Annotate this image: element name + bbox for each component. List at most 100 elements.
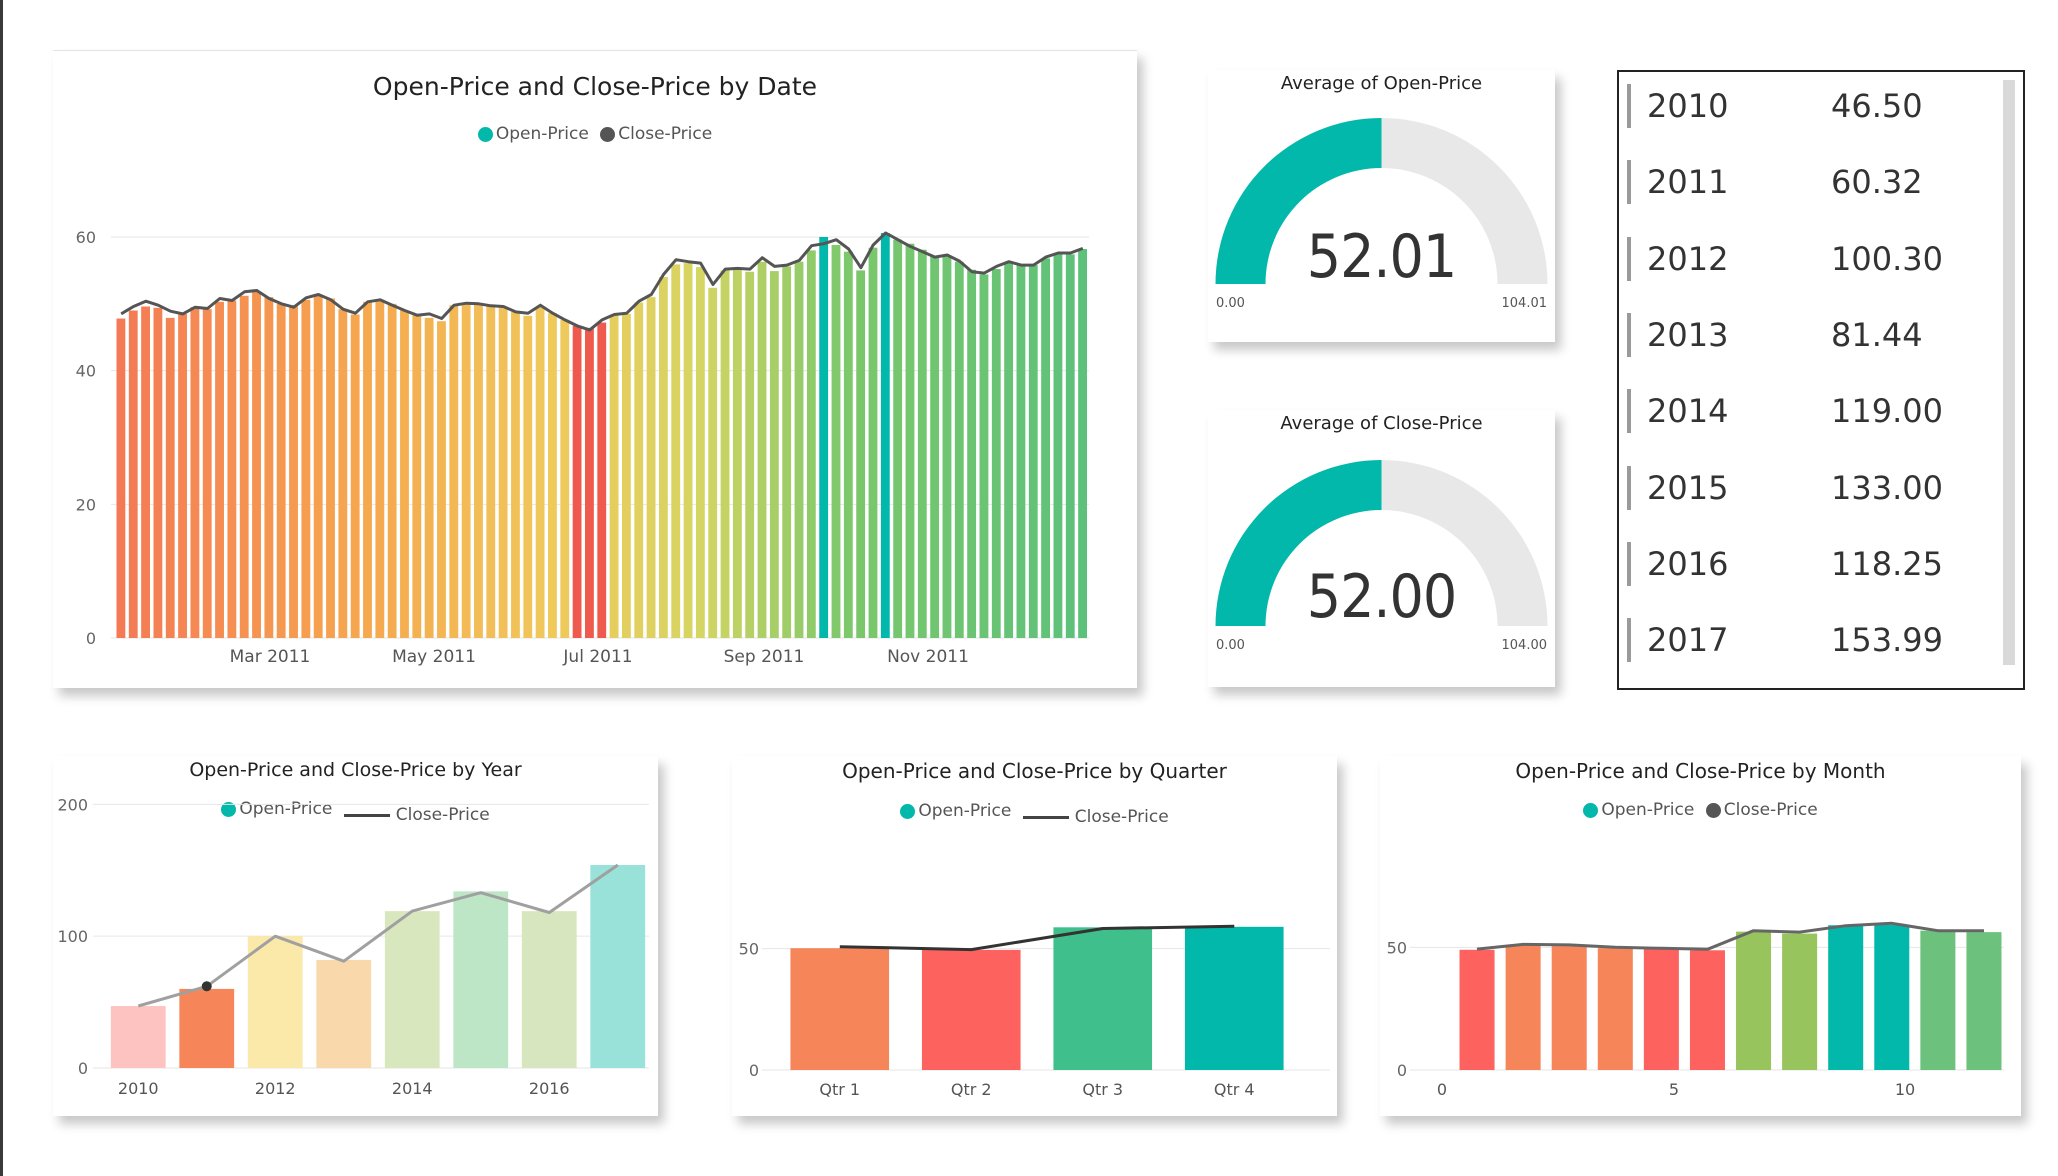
gauge-average-close-price[interactable]: Average of Close-Price 52.00 0.00 104.00 (1208, 410, 1555, 687)
bar (1053, 927, 1153, 1070)
bar (227, 300, 237, 638)
bar (165, 317, 175, 638)
y-tick-label: 50 (739, 940, 759, 959)
table-scrollbar[interactable] (2003, 80, 2015, 665)
gauge-min-label: 0.00 (1216, 296, 1245, 311)
row-accent-bar (1627, 389, 1631, 434)
bar (453, 891, 509, 1068)
bar (905, 243, 915, 638)
bar (695, 267, 705, 638)
table-row[interactable]: 2011 60.32 (1627, 159, 1923, 205)
bar (1597, 948, 1633, 1070)
x-tick-label: Jul 2011 (562, 647, 632, 667)
row-accent-bar (1627, 465, 1631, 510)
y-tick-label: 100 (57, 927, 88, 946)
bar (585, 327, 594, 638)
bar (893, 239, 903, 638)
bar (1016, 265, 1026, 638)
bar (1078, 249, 1087, 638)
left-border-rule (0, 0, 3, 1176)
y-tick-label: 40 (76, 362, 96, 381)
bar (387, 303, 397, 638)
date-chart-plot: 0 20 40 60 Mar 2011 May 2011 Jul 2011 Sep 2011 N… (76, 228, 1089, 667)
bar (276, 303, 286, 638)
bar (384, 911, 440, 1068)
bar (991, 269, 1001, 638)
x-tick-label: 2010 (118, 1079, 159, 1098)
table-row[interactable]: 2010 46.50 (1627, 83, 1923, 129)
y-tick-label: 0 (86, 629, 96, 648)
bar (732, 269, 742, 638)
gauge-max-label: 104.01 (1501, 296, 1548, 311)
row-accent-bar (1627, 541, 1631, 586)
bar (1459, 949, 1495, 1070)
bar (634, 302, 644, 638)
bar (831, 245, 841, 638)
year-value-table[interactable]: 2010 46.50 2011 60.32 2012 100.30 2013 81.44 201… (1617, 70, 2025, 690)
chart-by-month[interactable]: Open-Price and Close-Price by Month Open… (1380, 756, 2021, 1116)
row-accent-bar (1627, 236, 1631, 281)
row-accent-bar (1627, 312, 1631, 357)
x-tick-label: Qtr 3 (1082, 1080, 1123, 1099)
row-value: 100.30 (1831, 239, 1943, 278)
bar (1184, 926, 1284, 1070)
gauge-min-label: 0.00 (1216, 638, 1245, 653)
y-tick-label: 60 (76, 228, 96, 247)
bar (1782, 933, 1818, 1070)
bar (437, 321, 446, 638)
table-row[interactable]: 2012 100.30 (1627, 236, 1943, 282)
x-tick-label: Nov 2011 (887, 647, 969, 667)
row-year: 2010 (1647, 87, 1729, 125)
x-tick-label: 2014 (392, 1079, 433, 1098)
bar (486, 305, 496, 638)
bar (247, 936, 303, 1068)
bar (141, 306, 150, 638)
bar (1828, 925, 1864, 1070)
bar (1874, 924, 1910, 1070)
highlight-point (201, 981, 212, 992)
bar (708, 287, 718, 638)
bar (316, 959, 372, 1068)
bar (819, 237, 829, 638)
bar (609, 315, 619, 638)
row-year: 2015 (1647, 468, 1729, 507)
bar (461, 303, 471, 638)
bar (252, 291, 261, 638)
bar (790, 948, 890, 1070)
y-tick-label: 0 (749, 1061, 759, 1080)
bar (239, 295, 249, 638)
bar (868, 247, 878, 638)
gauge-average-open-price[interactable]: Average of Open-Price 52.01 0.00 104.01 (1208, 70, 1555, 342)
bar (498, 306, 508, 638)
bar (917, 249, 927, 638)
chart-by-quarter[interactable]: Open-Price and Close-Price by Quarter Op… (732, 756, 1337, 1116)
table-row[interactable]: 2015 133.00 (1627, 465, 1943, 511)
table-row[interactable]: 2014 119.00 (1627, 388, 1943, 434)
x-tick-label: 10 (1895, 1080, 1915, 1099)
bar (449, 305, 459, 638)
x-tick-label: Mar 2011 (230, 647, 311, 667)
bar (1505, 945, 1541, 1070)
bar (338, 309, 348, 638)
bar (116, 318, 126, 638)
bar (424, 317, 434, 638)
row-value: 81.44 (1831, 315, 1923, 354)
row-accent-bar (1627, 84, 1631, 128)
x-tick-label: May 2011 (392, 647, 476, 667)
bar (572, 325, 582, 638)
bar (806, 250, 816, 638)
y-tick-label: 20 (76, 495, 96, 514)
quarter-chart-plot: 0 50 Qtr 1 Qtr 2 Qtr 3 Qtr 4 (739, 924, 1330, 1099)
table-row[interactable]: 2013 81.44 (1627, 312, 1923, 358)
bar (597, 322, 607, 638)
table-row[interactable]: 2017 153.99 (1627, 617, 1943, 663)
row-accent-bar (1627, 160, 1631, 205)
bar (745, 271, 755, 638)
table-row[interactable]: 2016 118.25 (1627, 541, 1943, 587)
bar (179, 988, 235, 1068)
bar (794, 261, 804, 638)
chart-by-year[interactable]: Open-Price and Close-Price by Year Open-… (53, 756, 658, 1116)
chart-by-date[interactable]: Open-Price and Close-Price by Date Open-… (53, 50, 1137, 688)
bar (843, 251, 853, 638)
bar (658, 277, 668, 638)
